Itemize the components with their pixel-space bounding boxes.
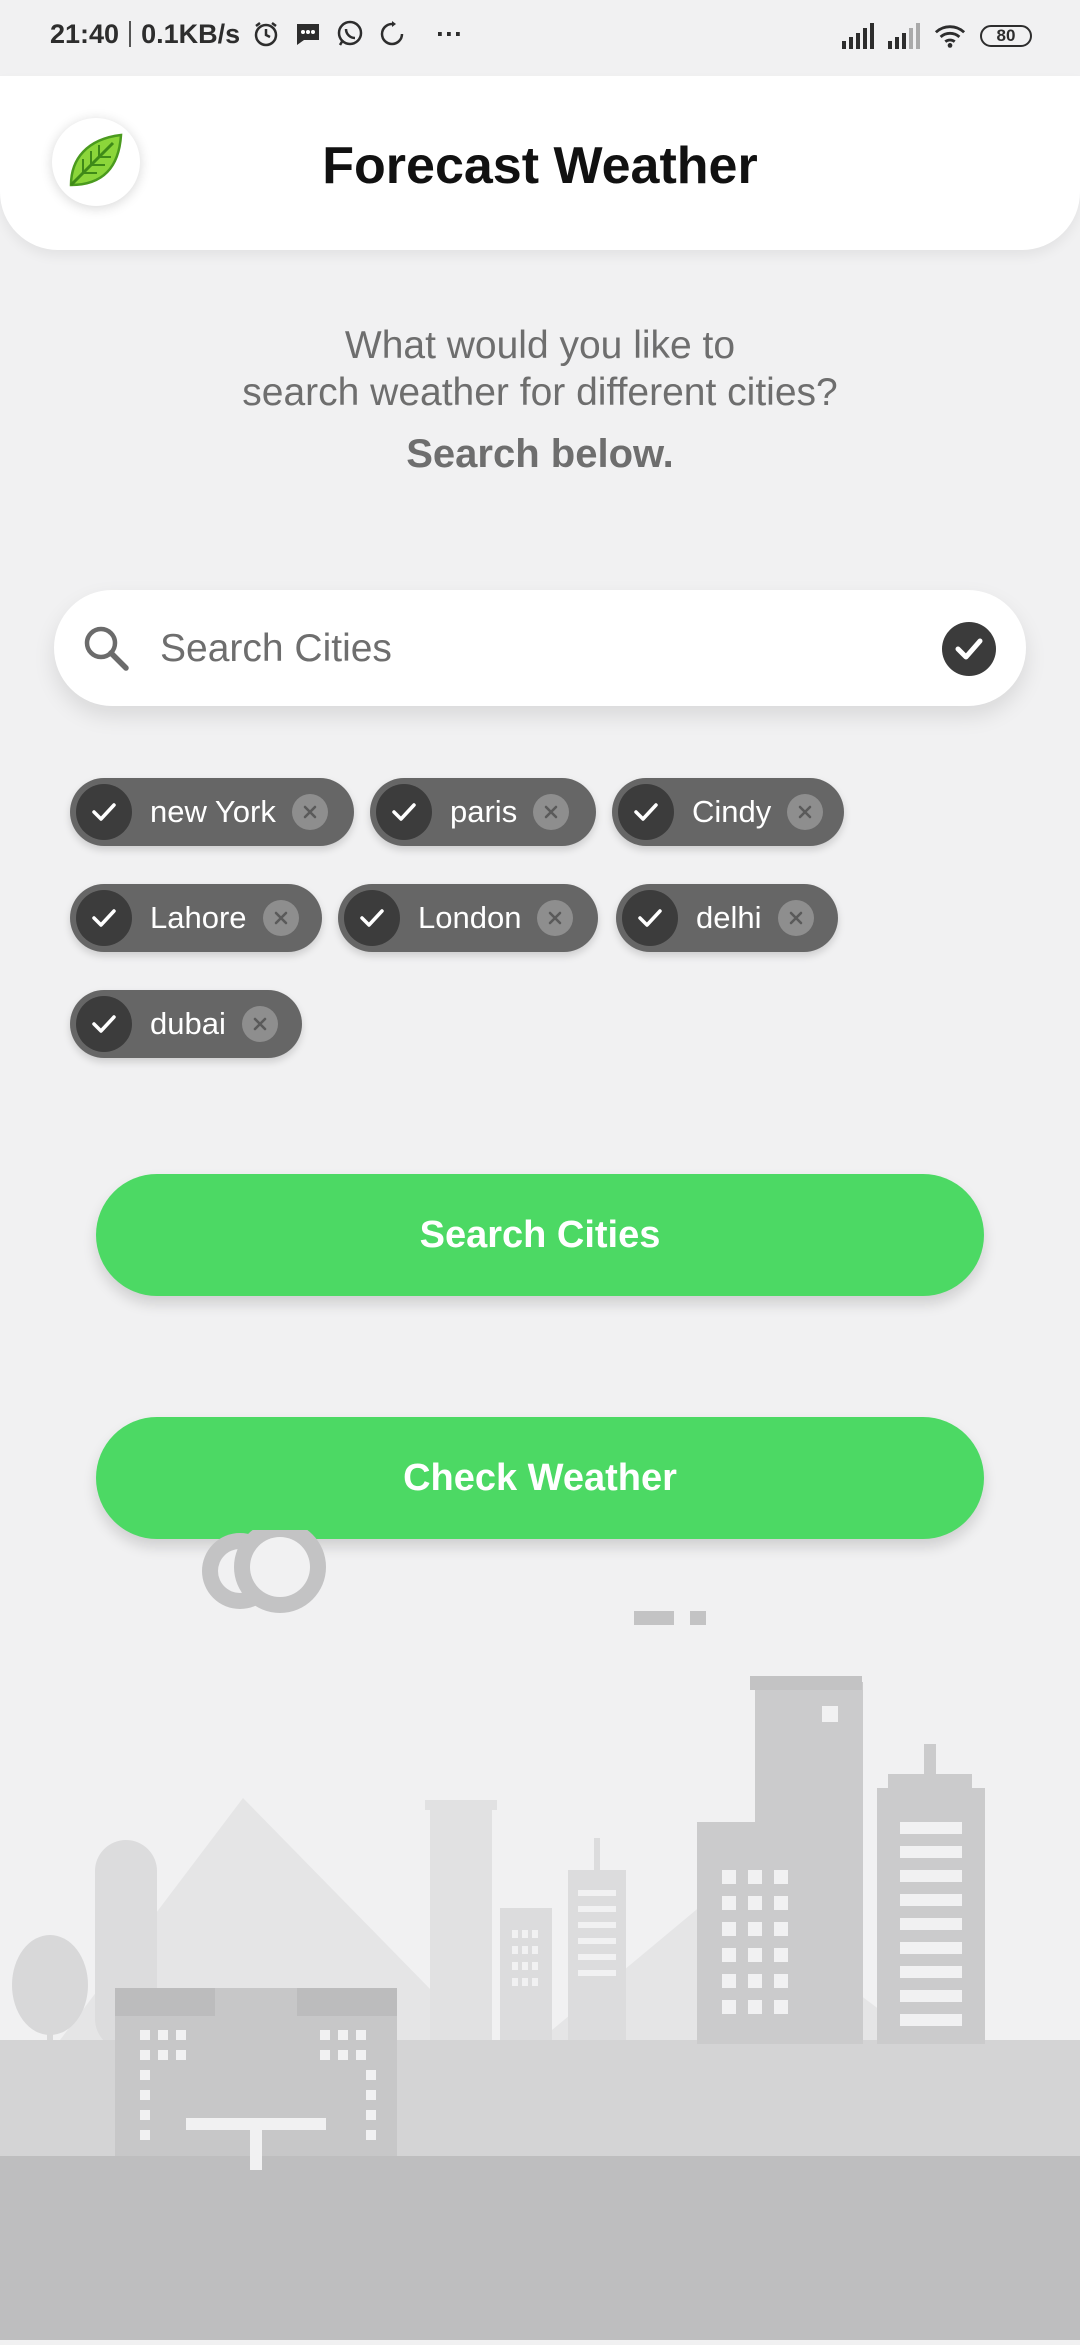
chip-lahore[interactable]: Lahore [70,884,322,952]
sync-icon [376,18,408,50]
intro-line-1: What would you like to [344,324,736,367]
check-icon [344,890,400,946]
search-cities-button[interactable]: Search Cities [96,1174,984,1296]
chip-label: delhi [696,900,762,935]
chip-label: Cindy [692,794,772,829]
search-icon [82,624,132,674]
chip-label: Lahore [150,900,247,935]
chip-paris[interactable]: paris [370,778,596,846]
close-icon[interactable] [777,900,814,936]
chip-label: paris [450,794,518,829]
alarm-icon [250,18,282,50]
chip-cindy[interactable]: Cindy [612,778,844,846]
check-icon [76,996,132,1052]
battery-icon: 80 [980,25,1032,47]
check-weather-button[interactable]: Check Weather [96,1417,984,1539]
intro-emphasis: Search below. [406,432,674,476]
chip-label: dubai [150,1006,226,1041]
chip-label: new York [150,794,276,829]
search-input[interactable] [158,610,962,688]
status-separator [129,21,132,47]
check-icon[interactable] [942,622,996,676]
check-icon [76,784,132,840]
check-icon [622,890,678,946]
close-icon[interactable] [787,794,824,830]
city-illustration [0,1521,1080,2340]
check-icon [376,784,432,840]
status-bar: 21:40 0.1KB/s ··· 80 [0,0,1080,76]
whatsapp-icon [334,18,366,50]
network-speed: 0.1KB/s [141,18,241,49]
battery-level: 80 [996,26,1016,45]
chip-london[interactable]: London [338,884,598,952]
close-icon[interactable] [533,794,570,830]
wifi-icon [934,20,966,52]
chip-new-york[interactable]: new York [70,778,354,846]
message-icon [292,18,324,50]
check-icon [618,784,674,840]
close-icon[interactable] [291,794,328,830]
signal-icon [842,20,874,52]
close-icon[interactable] [537,900,574,936]
chip-label: London [418,900,522,935]
page-title: Forecast Weather [322,137,758,195]
close-icon[interactable] [262,900,299,936]
close-icon[interactable] [241,1006,278,1042]
app-header: Forecast Weather [0,76,1080,250]
intro-text: What would you like to search weather fo… [0,322,1080,416]
chip-delhi[interactable]: delhi [616,884,838,952]
status-time: 21:40 [50,18,120,49]
search-bar [54,590,1026,706]
chip-dubai[interactable]: dubai [70,990,302,1058]
check-icon [76,890,132,946]
intro-line-2: search weather for different cities? [242,371,838,414]
more-notifications: ··· [436,18,464,49]
signal-icon [888,20,920,52]
